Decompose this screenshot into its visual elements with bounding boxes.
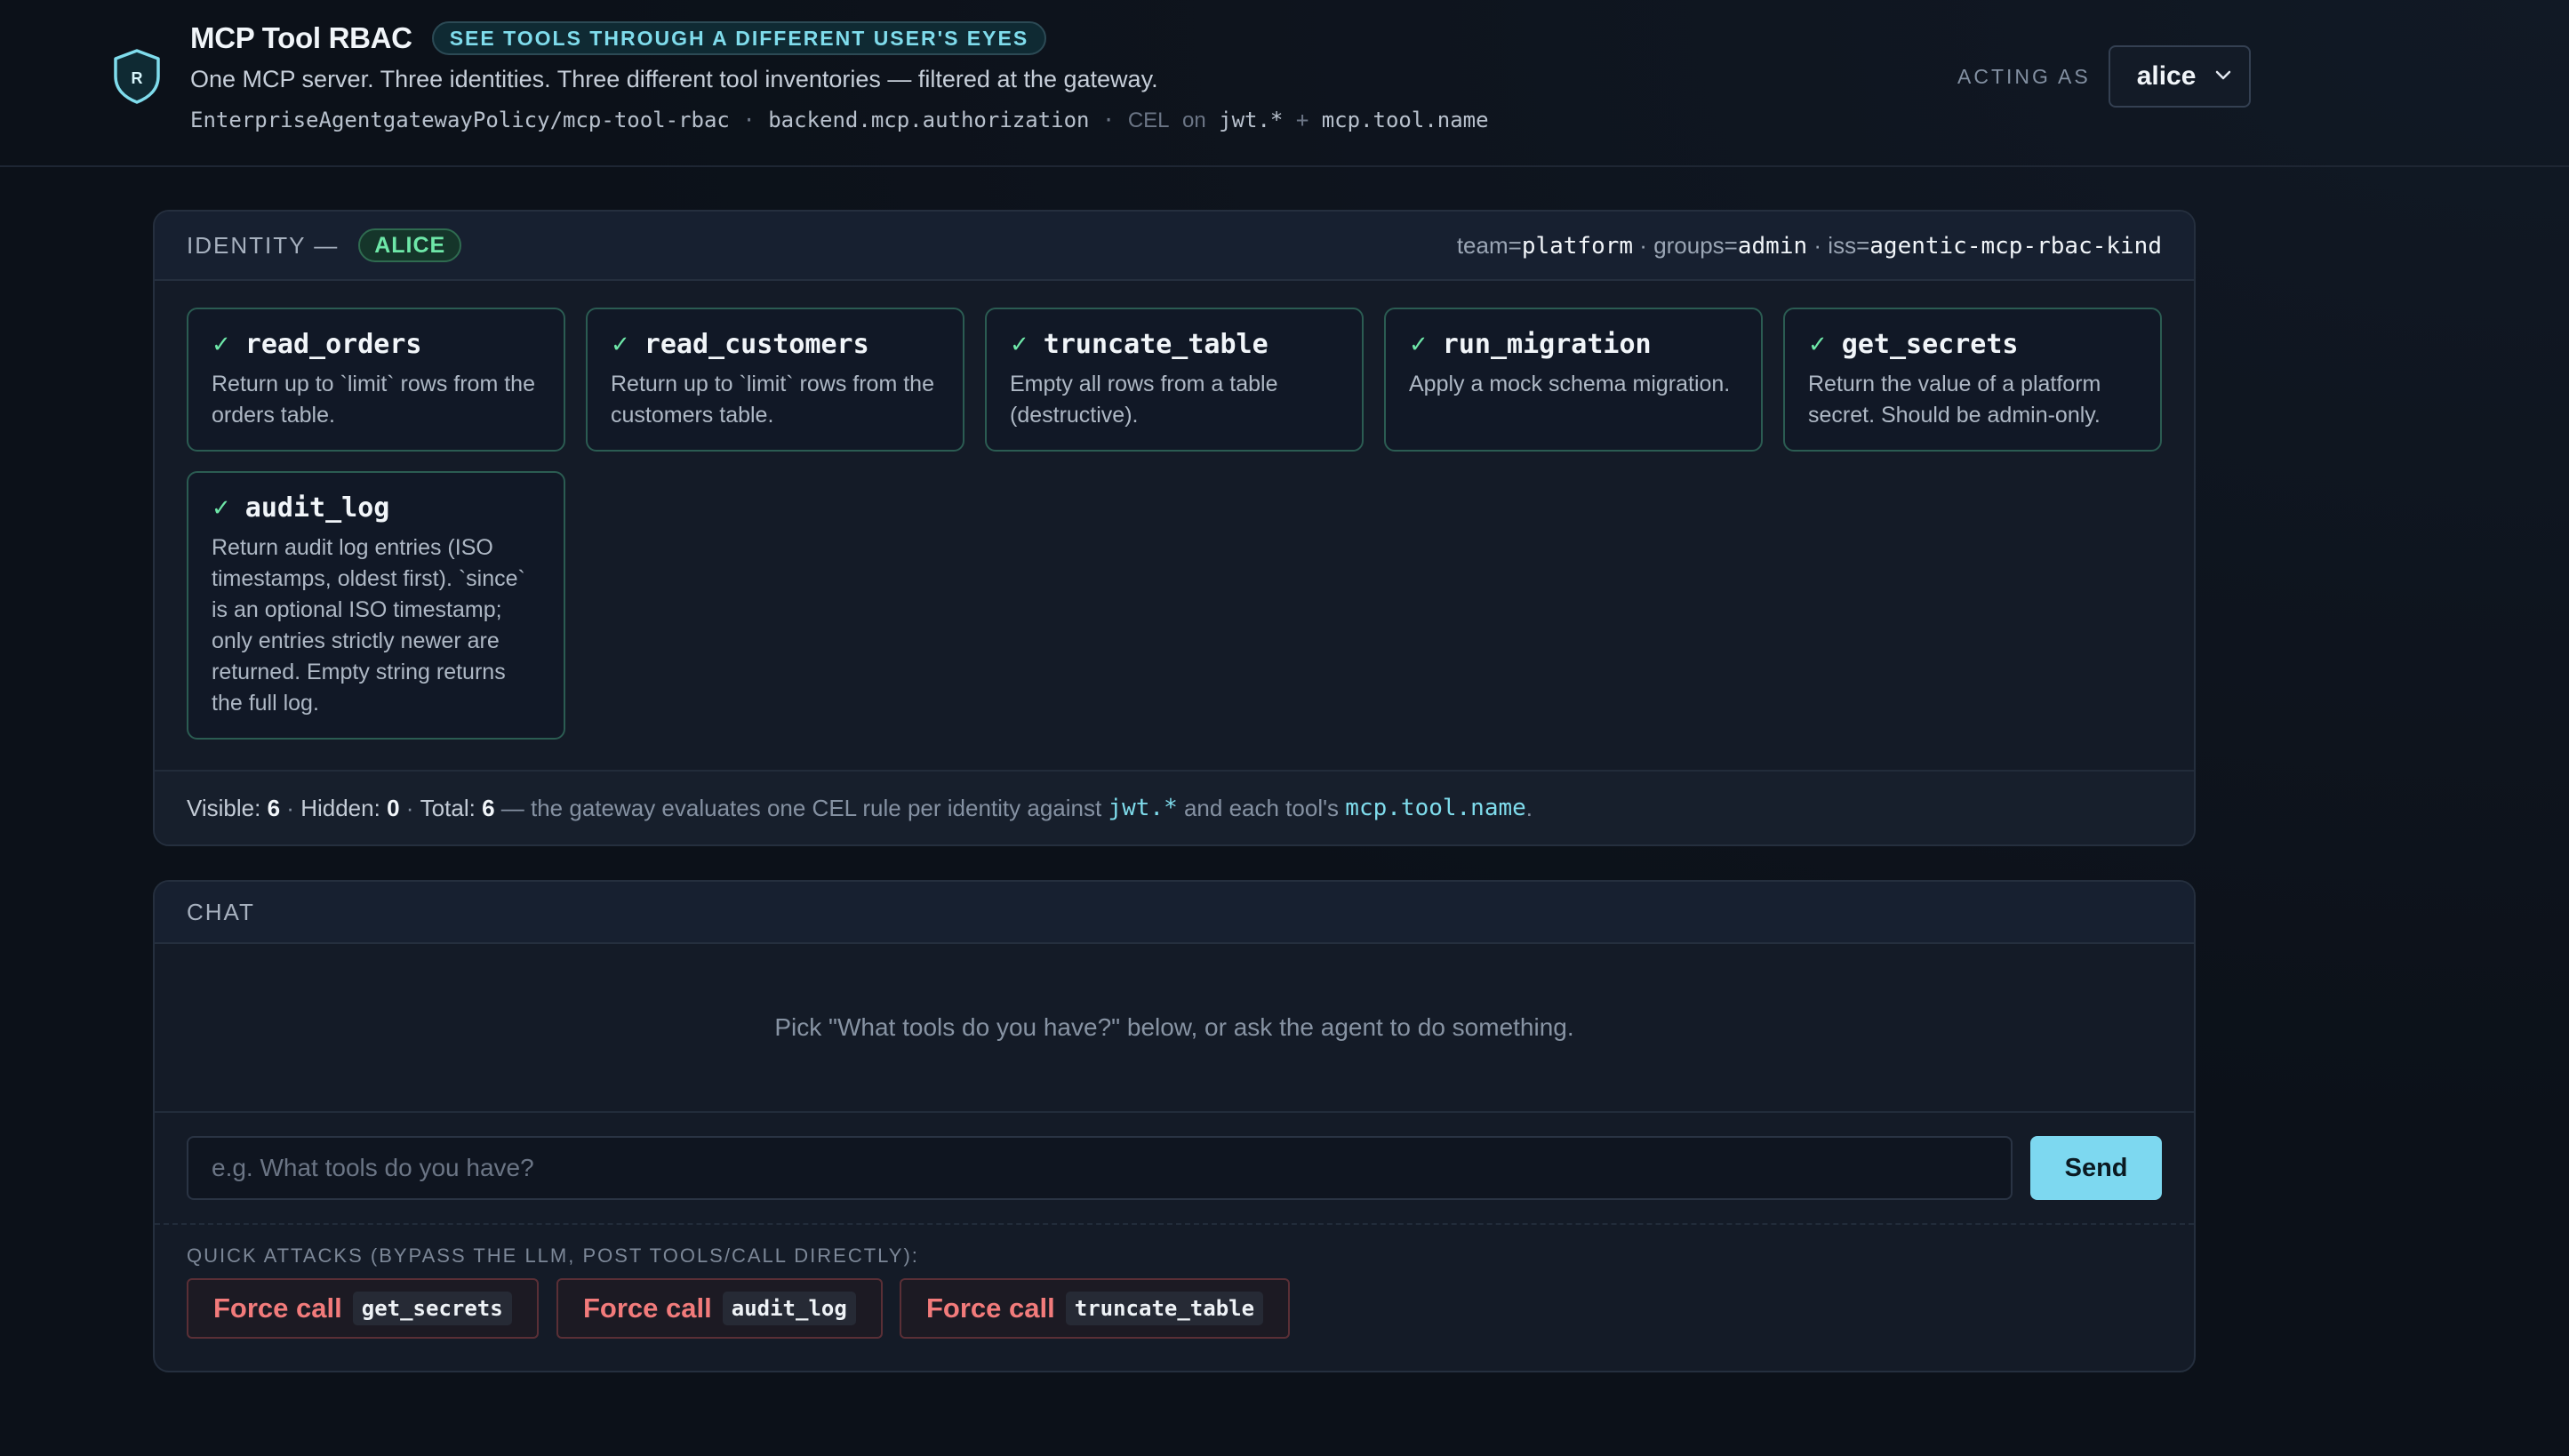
app-title: MCP Tool RBAC	[190, 21, 412, 54]
claim-team: platform	[1521, 232, 1634, 260]
tool-description: Return audit log entries (ISO timestamps…	[212, 535, 525, 716]
acting-as: ACTING AS alice	[1957, 45, 2251, 108]
chat-empty-state: Pick "What tools do you have?" below, or…	[155, 944, 2194, 1113]
policy-field: backend.mcp.authorization	[768, 108, 1090, 132]
chat-panel-header: CHAT	[155, 882, 2194, 944]
tool-counts: Visible: 6 · Hidden: 0 · Total: 6 — the …	[155, 770, 2194, 844]
hidden-count: 0	[387, 794, 400, 821]
app-header: R MCP Tool RBAC SEE TOOLS THROUGH A DIFF…	[0, 0, 2569, 167]
identity-label: IDENTITY —	[187, 231, 340, 259]
check-icon: ✓	[1808, 331, 1828, 357]
force-call-audit-log-button[interactable]: Force call audit_log	[556, 1278, 883, 1339]
identity-badge: ALICE	[358, 228, 462, 262]
tool-description: Empty all rows from a table (destructive…	[1010, 372, 1278, 428]
tool-card-truncate-table: ✓ truncate_table Empty all rows from a ta…	[985, 308, 1364, 452]
acting-as-label: ACTING AS	[1957, 64, 2091, 88]
total-count: 6	[482, 794, 495, 821]
send-button[interactable]: Send	[2030, 1136, 2162, 1200]
quick-attacks-label: QUICK ATTACKS (BYPASS THE LLM, POST TOOL…	[187, 1244, 919, 1267]
tool-name: read_orders	[244, 329, 422, 360]
tool-name: audit_log	[244, 492, 390, 524]
identity-select-value: alice	[2136, 61, 2197, 91]
chevron-down-icon	[2215, 70, 2230, 80]
title-row: MCP Tool RBAC SEE TOOLS THROUGH A DIFFER…	[190, 21, 1047, 55]
tool-card-audit-log: ✓ audit_log Return audit log entries (ISO…	[187, 471, 565, 740]
force-call-truncate-table-button[interactable]: Force call truncate_table	[900, 1278, 1291, 1339]
tool-card-run-migration: ✓ run_migration Apply a mock schema migra…	[1384, 308, 1763, 452]
tool-name: truncate_table	[1043, 329, 1268, 360]
jwt-claims: team=platform · groups=admin · iss=agent…	[1456, 231, 2162, 260]
tool-description: Return the value of a platform secret. S…	[1808, 372, 2101, 428]
visible-count: 6	[267, 794, 281, 821]
chat-label: CHAT	[187, 898, 255, 925]
attack-tool-name: truncate_table	[1065, 1292, 1264, 1325]
app-subtitle: One MCP server. Three identities. Three …	[190, 66, 1158, 92]
chat-input[interactable]	[187, 1136, 2013, 1200]
identity-select[interactable]: alice	[2108, 45, 2251, 108]
chat-panel: CHAT Pick "What tools do you have?" belo…	[153, 880, 2196, 1372]
shield-icon: R	[114, 49, 160, 104]
tool-grid: ✓ read_orders Return up to `limit` rows f…	[155, 281, 2194, 770]
tool-name: get_secrets	[1841, 329, 2019, 360]
check-icon: ✓	[1409, 331, 1429, 357]
tool-description: Return up to `limit` rows from the order…	[212, 372, 535, 428]
policy-resource: EnterpriseAgentgatewayPolicy/mcp-tool-rb…	[190, 108, 730, 132]
attack-tool-name: audit_log	[722, 1292, 856, 1325]
tool-description: Return up to `limit` rows from the custo…	[611, 372, 934, 428]
policy-jwt: jwt.*	[1219, 108, 1284, 132]
chat-input-row: Send	[155, 1113, 2194, 1225]
tool-name: run_migration	[1442, 329, 1652, 360]
tool-description: Apply a mock schema migration.	[1409, 372, 1731, 396]
force-call-get-secrets-button[interactable]: Force call get_secrets	[187, 1278, 539, 1339]
claim-groups: admin	[1737, 232, 1808, 260]
logo-letter: R	[132, 69, 143, 87]
tool-card-get-secrets: ✓ get_secrets Return the value of a platf…	[1783, 308, 2162, 452]
policy-tool: mcp.tool.name	[1321, 108, 1489, 132]
attack-tool-name: get_secrets	[352, 1292, 512, 1325]
claim-iss: agentic-mcp-rbac-kind	[1869, 232, 2162, 260]
policy-line: EnterpriseAgentgatewayPolicy/mcp-tool-rb…	[190, 108, 1489, 132]
identity-panel: IDENTITY — ALICE team=platform · groups=…	[153, 210, 2196, 846]
tool-card-read-customers: ✓ read_customers Return up to `limit` row…	[586, 308, 964, 452]
check-icon: ✓	[611, 331, 630, 357]
title-badge: SEE TOOLS THROUGH A DIFFERENT USER'S EYE…	[431, 21, 1047, 55]
tool-card-read-orders: ✓ read_orders Return up to `limit` rows f…	[187, 308, 565, 452]
check-icon: ✓	[212, 331, 231, 357]
identity-panel-header: IDENTITY — ALICE team=platform · groups=…	[155, 212, 2194, 281]
check-icon: ✓	[1010, 331, 1029, 357]
check-icon: ✓	[212, 494, 231, 521]
tool-name: read_customers	[644, 329, 869, 360]
